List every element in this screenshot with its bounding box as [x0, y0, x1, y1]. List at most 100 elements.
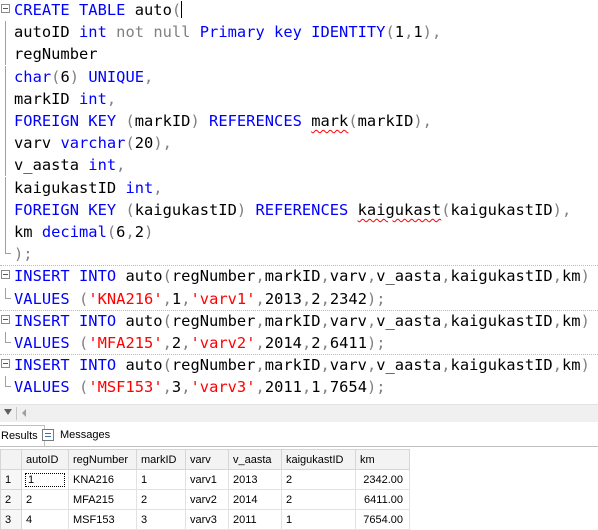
code-line[interactable]: VALUES ('KNA216',1,'varv1',2013,2,2342);: [0, 287, 598, 310]
table-cell[interactable]: MSF153: [68, 509, 137, 530]
code-line[interactable]: regNumber: [0, 43, 598, 66]
sql-operator: ): [236, 200, 256, 219]
sql-identifier: kaigukastID: [14, 178, 126, 197]
results-grid[interactable]: autoID regNumber markID varv v_aasta kai…: [0, 447, 598, 530]
collapse-icon[interactable]: [1, 359, 10, 369]
fold-line-marker: [5, 21, 6, 44]
table-cell[interactable]: 1: [281, 509, 356, 530]
column-header-v_aasta[interactable]: v_aasta: [228, 449, 282, 470]
statement-separator: [0, 354, 598, 356]
code-line[interactable]: autoID int not null Primary key IDENTITY…: [0, 21, 598, 44]
tab-results-label: Results: [1, 430, 38, 442]
fold-line-marker: [5, 110, 6, 132]
code-line[interactable]: INSERT INTO auto(regNumber,markID,varv,v…: [0, 354, 598, 376]
collapse-icon[interactable]: [1, 270, 10, 280]
sql-operator: ,: [162, 289, 172, 308]
table-cell[interactable]: 6411.00: [355, 489, 410, 510]
sql-operator: ),: [153, 134, 172, 153]
column-header-km[interactable]: km: [355, 449, 410, 470]
sql-identifier: 2013: [264, 289, 302, 308]
messages-icon: [42, 429, 54, 441]
column-header-varv[interactable]: varv: [185, 449, 229, 470]
code-line[interactable]: FOREIGN KEY (markID) REFERENCES mark(mar…: [0, 110, 598, 132]
collapse-icon[interactable]: [1, 314, 10, 324]
code-line[interactable]: markID int,: [0, 87, 598, 110]
code-text: autoID int not null Primary key IDENTITY…: [14, 21, 441, 43]
scroll-left-arrow-icon[interactable]: [22, 409, 26, 417]
sql-operator: ,: [255, 311, 265, 330]
code-line[interactable]: km decimal(6,2): [0, 221, 598, 243]
sql-identifier: regNumber: [171, 356, 256, 375]
table-cell[interactable]: 2014: [228, 489, 282, 510]
sql-identifier: auto: [125, 311, 163, 330]
sql-operator: (: [162, 311, 172, 330]
code-line[interactable]: char(6) UNIQUE,: [0, 65, 598, 88]
table-cell[interactable]: 2342.00: [355, 469, 410, 490]
code-line[interactable]: INSERT INTO auto(regNumber,markID,varv,v…: [0, 310, 598, 332]
code-line[interactable]: CREATE TABLE auto(: [0, 0, 598, 21]
table-cell[interactable]: 1: [136, 469, 186, 490]
sql-identifier: 2011: [264, 378, 302, 397]
table-cell[interactable]: 2013: [228, 469, 282, 490]
code-line[interactable]: v_aasta int,: [0, 154, 598, 177]
sql-editor[interactable]: CREATE TABLE auto(autoID int not null Pr…: [0, 0, 598, 404]
sql-identifier: 6411: [329, 334, 368, 352]
row-number[interactable]: 3: [0, 509, 22, 530]
table-cell[interactable]: KNA216: [68, 469, 137, 490]
table-row[interactable]: 3 4 MSF153 3 varv3 2011 1 7654.00: [0, 509, 410, 530]
table-cell[interactable]: varv2: [185, 489, 229, 510]
editor-horizontal-scrollbar[interactable]: [0, 404, 598, 422]
fold-line-marker: [5, 132, 6, 155]
sql-operator: ): [144, 223, 154, 241]
code-line[interactable]: VALUES ('MFA215',2,'varv2',2014,2,6411);: [0, 332, 598, 354]
table-cell[interactable]: 2: [21, 489, 69, 510]
sql-operator: (: [171, 1, 182, 19]
table-cell[interactable]: 3: [136, 509, 186, 530]
table-cell[interactable]: 4: [21, 509, 69, 530]
table-cell[interactable]: 2: [136, 489, 186, 510]
header-row: autoID regNumber markID varv v_aasta kai…: [0, 449, 410, 470]
tab-messages[interactable]: Messages: [40, 425, 110, 446]
table-row[interactable]: 2 2 MFA215 2 varv2 2014 2 6411.00: [0, 489, 410, 510]
collapse-icon[interactable]: [1, 4, 10, 13]
sql-identifier: v_aasta: [376, 356, 442, 375]
table-cell[interactable]: 2: [281, 489, 356, 510]
code-line[interactable]: kaigukastID int,: [0, 176, 598, 199]
table-row[interactable]: 1 1 KNA216 1 varv1 2013 2 2342.00: [0, 469, 410, 490]
sql-identifier: 1: [171, 289, 182, 308]
sql-identifier: 2: [171, 334, 182, 352]
code-line[interactable]: varv varchar(20),: [0, 132, 598, 155]
row-number[interactable]: 1: [0, 469, 22, 490]
code-line[interactable]: );: [0, 243, 598, 265]
column-header-markID[interactable]: markID: [136, 449, 186, 470]
column-header-kaigukastID[interactable]: kaigukastID: [281, 449, 356, 470]
code-line[interactable]: VALUES ('MSF153',3,'varv3',2011,1,7654);: [0, 376, 598, 398]
sql-operator: ,: [441, 267, 451, 286]
table-cell[interactable]: 2011: [228, 509, 282, 530]
fold-line-marker: [5, 198, 6, 221]
sql-identifier: 1: [311, 378, 321, 397]
sql-operator: ): [69, 67, 89, 86]
sql-keyword: VALUES: [14, 378, 80, 397]
sql-operator: ,: [320, 356, 330, 375]
row-number[interactable]: 2: [0, 489, 22, 510]
column-header-autoID[interactable]: autoID: [21, 449, 69, 470]
code-line[interactable]: FOREIGN KEY (kaigukastID) REFERENCES kai…: [0, 198, 598, 221]
zoom-dropdown-icon[interactable]: [4, 409, 12, 415]
code-text: regNumber: [14, 43, 98, 65]
table-cell[interactable]: varv3: [185, 509, 229, 530]
column-header-regNumber[interactable]: regNumber: [68, 449, 137, 470]
tab-results[interactable]: Results: [0, 425, 45, 447]
code-line[interactable]: INSERT INTO auto(regNumber,markID,varv,v…: [0, 265, 598, 287]
fold-line-marker: [5, 154, 6, 177]
table-cell[interactable]: 7654.00: [355, 509, 410, 530]
table-cell[interactable]: 1: [21, 469, 69, 490]
table-cell[interactable]: 2: [281, 469, 356, 490]
code-text: INSERT INTO auto(regNumber,markID,varv,v…: [14, 354, 590, 376]
sql-identifier: varv: [14, 134, 61, 153]
sql-identifier: varv: [329, 356, 367, 375]
table-cell[interactable]: MFA215: [68, 489, 137, 510]
row-number-header[interactable]: [0, 449, 22, 470]
table-cell[interactable]: varv1: [185, 469, 229, 490]
sql-operator: ,: [255, 267, 265, 286]
